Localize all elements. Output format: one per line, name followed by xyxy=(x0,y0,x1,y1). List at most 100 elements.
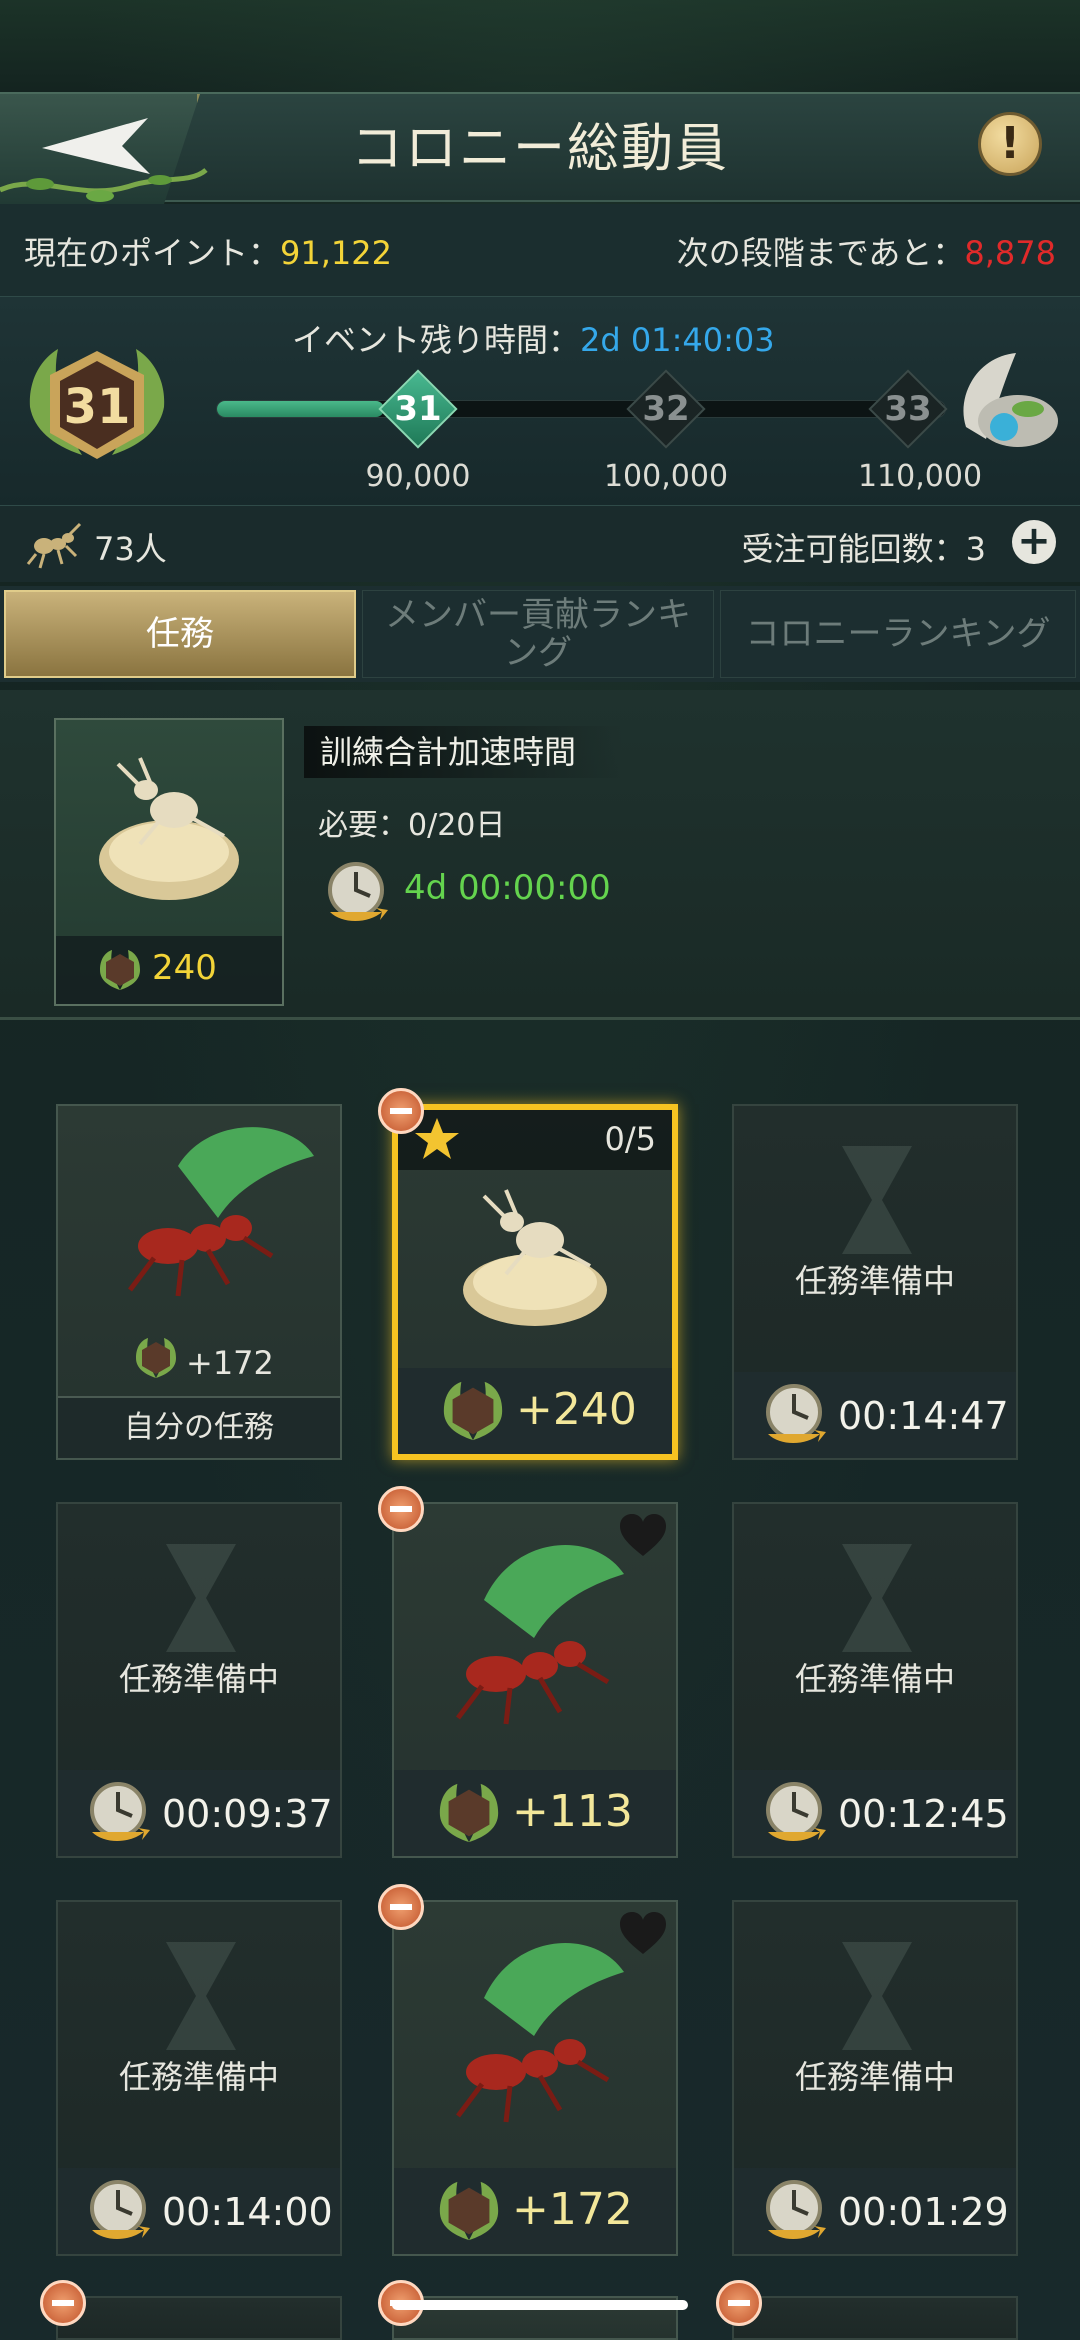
stage-label-31: 31 xyxy=(394,389,442,429)
event-remaining-time: イベント残り時間：2d 01:40:03 xyxy=(292,315,775,361)
tab-tasks[interactable]: 任務 xyxy=(4,590,356,678)
info-button[interactable]: ! xyxy=(978,112,1042,176)
stage-progress-bar xyxy=(216,400,946,418)
selected-task-reward: +240 xyxy=(398,1368,672,1454)
next-stage-label: 次の段階まであと： xyxy=(676,234,965,272)
preparing-timer-bar: 00:01:29 xyxy=(734,2168,1016,2254)
members-row: 73人 受注可能回数：3 + xyxy=(0,506,1080,582)
stage-value-32: 100,000 xyxy=(603,459,729,494)
task-reward: +172 xyxy=(394,2168,676,2254)
task-card[interactable]: +172 xyxy=(392,1900,678,2256)
ant-egg-icon xyxy=(99,757,239,900)
preparing-timer: 00:12:45 xyxy=(838,1792,1009,1836)
preparing-timer-bar: 00:14:00 xyxy=(58,2168,340,2254)
remove-task-button[interactable] xyxy=(716,2280,762,2326)
hourglass-icon xyxy=(842,1544,912,1652)
stage-progress-fill xyxy=(217,401,385,417)
tab-member-ranking[interactable]: メンバー貢献ランキング xyxy=(362,590,714,678)
task-card[interactable]: +113 xyxy=(392,1502,678,1858)
leaf-ant-icon xyxy=(128,1127,314,1297)
colony-level: 31 xyxy=(63,379,131,435)
colony-point-icon xyxy=(100,950,140,990)
remove-task-button[interactable] xyxy=(378,1486,424,1532)
preparing-timer-bar: 00:09:37 xyxy=(58,1770,340,1856)
preparing-task-card: 任務準備中 00:09:37 xyxy=(56,1502,342,1858)
preparing-timer: 00:01:29 xyxy=(838,2190,1009,2234)
tab-colony-ranking[interactable]: コロニーランキング xyxy=(720,590,1076,678)
heart-icon[interactable] xyxy=(618,1912,668,1956)
task-card-partial[interactable] xyxy=(732,2296,1018,2340)
ant-egg-icon xyxy=(463,1189,607,1326)
top-bar: コロニー総動員 ! xyxy=(0,92,1080,204)
shell-reward-icon[interactable] xyxy=(956,347,1066,457)
stage-label-32: 32 xyxy=(642,389,690,429)
preparing-label: 任務準備中 xyxy=(794,1660,955,1698)
selected-task-card[interactable]: 0/5 +240 xyxy=(392,1104,678,1460)
stage-value-31: 90,000 xyxy=(365,459,471,494)
stage-label-33: 33 xyxy=(884,389,932,429)
task-card-partial[interactable] xyxy=(56,2296,342,2340)
preparing-task-card: 任務準備中 00:12:45 xyxy=(732,1502,1018,1858)
preparing-label: 任務準備中 xyxy=(794,2058,955,2096)
task-points: +113 xyxy=(512,1786,633,1837)
current-points-label: 現在のポイント： xyxy=(24,234,281,272)
own-task-points: +172 xyxy=(186,1344,274,1382)
home-indicator[interactable] xyxy=(392,2300,688,2310)
clock-icon xyxy=(766,2180,826,2239)
colony-point-icon xyxy=(439,2181,499,2241)
clock-icon xyxy=(90,2180,150,2239)
order-count: 受注可能回数：3 xyxy=(741,530,986,568)
clock-icon xyxy=(90,1782,150,1841)
event-time-label: イベント残り時間： xyxy=(292,321,581,359)
colony-point-icon xyxy=(136,1338,176,1378)
event-time-value: 2d 01:40:03 xyxy=(580,321,775,359)
current-task-points: 240 xyxy=(152,948,217,988)
remove-task-button[interactable] xyxy=(378,1884,424,1930)
preparing-task-card: 任務準備中 00:14:47 xyxy=(732,1104,1018,1460)
add-orders-button[interactable]: + xyxy=(1012,520,1056,564)
selected-task-points: +240 xyxy=(516,1384,637,1435)
current-task-timer: 4d 00:00:00 xyxy=(404,868,611,908)
current-points-value: 91,122 xyxy=(280,234,392,272)
own-task-label: 自分の任務 xyxy=(58,1396,340,1458)
current-task-panel: 240 訓練合計加速時間 必要：0/20日 4d 00:00:00 xyxy=(0,690,1080,1020)
vine-decoration-icon xyxy=(0,167,208,202)
task-progress-count: 0/5 xyxy=(604,1120,657,1158)
preparing-timer: 00:09:37 xyxy=(162,1792,333,1836)
page-title: コロニー総動員 xyxy=(350,119,729,179)
preparing-label: 任務準備中 xyxy=(794,1262,955,1300)
current-task-requirement: 必要：0/20日 xyxy=(318,808,506,843)
preparing-timer: 00:14:47 xyxy=(838,1394,1009,1438)
clock-icon xyxy=(328,862,388,921)
ant-group-icon xyxy=(26,522,82,569)
preparing-timer: 00:14:00 xyxy=(162,2190,333,2234)
remove-task-button[interactable] xyxy=(378,1088,424,1134)
hourglass-icon xyxy=(842,1146,912,1254)
task-progress-bar: 0/5 xyxy=(398,1110,672,1170)
current-task-points-bar: 240 xyxy=(56,936,282,1004)
points-row: 現在のポイント：91,122 次の段階まであと：8,878 xyxy=(0,204,1080,296)
task-points: +172 xyxy=(512,2184,633,2235)
own-task-card[interactable]: +172 自分の任務 xyxy=(56,1104,342,1460)
preparing-task-card: 任務準備中 00:01:29 xyxy=(732,1900,1018,2256)
current-points: 現在のポイント：91,122 xyxy=(24,228,392,274)
stage-value-33: 110,000 xyxy=(857,459,983,494)
hourglass-icon xyxy=(842,1942,912,2050)
clock-icon xyxy=(766,1384,826,1443)
preparing-timer-bar: 00:14:47 xyxy=(734,1372,1016,1458)
clock-icon xyxy=(766,1782,826,1841)
next-stage-points: 次の段階まであと：8,878 xyxy=(677,228,1056,274)
remove-task-button[interactable] xyxy=(40,2280,86,2326)
current-task-thumbnail[interactable]: 240 xyxy=(54,718,284,1006)
task-reward: +113 xyxy=(394,1770,676,1856)
preparing-label: 任務準備中 xyxy=(118,1660,279,1698)
hourglass-icon xyxy=(166,1942,236,2050)
colony-point-icon xyxy=(439,1783,499,1843)
hourglass-icon xyxy=(166,1544,236,1652)
preparing-label: 任務準備中 xyxy=(118,2058,279,2096)
next-stage-value: 8,878 xyxy=(964,234,1056,272)
preparing-task-card: 任務準備中 00:14:00 xyxy=(56,1900,342,2256)
member-count: 73人 xyxy=(94,530,167,568)
heart-icon[interactable] xyxy=(618,1514,668,1558)
tab-bar: 任務 メンバー貢献ランキング コロニーランキング xyxy=(0,586,1080,682)
